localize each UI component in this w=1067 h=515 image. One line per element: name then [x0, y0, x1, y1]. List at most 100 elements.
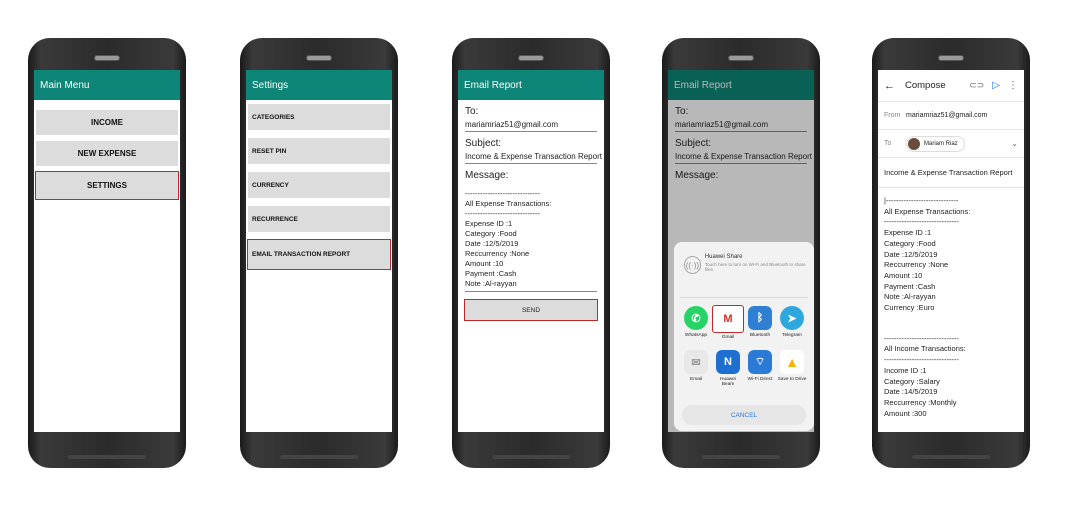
speaker [938, 55, 964, 61]
more-options-icon[interactable]: ⋮ [1008, 80, 1018, 91]
body-line: Category :Food [884, 238, 936, 248]
body-line: Date :12/5/2019 [884, 249, 938, 259]
body-line: ------------------------------ [884, 355, 959, 365]
subject-field[interactable]: Income & Expense Transaction Report [878, 158, 1024, 188]
phone-main-menu: Main Menu INCOME NEW EXPENSE SETTINGS [28, 38, 186, 468]
bluetooth-icon: ᛒ [748, 306, 772, 330]
share-label: WhatsApp [684, 333, 708, 338]
reset-pin-button[interactable]: RESET PIN [248, 138, 390, 164]
body-line: |----------------------------- [884, 196, 959, 205]
from-label: From [884, 112, 901, 119]
phone-settings: Settings CATEGORIES RESET PIN CURRENCY R… [240, 38, 398, 468]
subject-field[interactable]: Income & Expense Transaction Report [465, 152, 602, 164]
to-row: To Mariam Riaz ⌄ [878, 130, 1024, 158]
body-line: Date :14/5/2019 [884, 387, 938, 397]
body-line [884, 324, 1018, 334]
income-button[interactable]: INCOME [36, 110, 178, 135]
huawei-share-title: Huawei Share [704, 254, 743, 260]
home-indicator [912, 455, 990, 459]
to-label: To [884, 140, 892, 147]
nfc-icon: N [716, 350, 740, 374]
from-row: From mariamriaz51@gmail.com [878, 102, 1024, 130]
home-indicator [280, 455, 358, 459]
speaker [306, 55, 332, 61]
share-wifi-direct[interactable]: ⌔ Wi-Fi Direct [744, 350, 776, 387]
page-title: Settings [252, 80, 289, 91]
body-line: Category :Salary [884, 376, 940, 386]
body-line: Expense ID :1 [884, 228, 932, 238]
home-indicator [492, 455, 570, 459]
body-line: All Expense Transactions: [884, 206, 971, 216]
phone-share-sheet: Email Report To: mariamriaz51@gmail.com … [662, 38, 820, 468]
to-field[interactable]: mariamriaz51@gmail.com [465, 120, 597, 132]
whatsapp-icon: ✆ [684, 306, 708, 330]
body-line: ------------------------------ [884, 333, 959, 343]
avatar [908, 137, 920, 150]
message-line: Note :Al-rayyan [465, 279, 517, 288]
send-icon[interactable]: ▷ [992, 80, 1000, 91]
body-line: Amount :10 [884, 270, 923, 280]
drive-icon: ▲ [780, 350, 804, 374]
screen: Main Menu INCOME NEW EXPENSE SETTINGS [34, 70, 180, 432]
share-email[interactable]: ✉ Email [680, 350, 712, 387]
chevron-down-icon[interactable]: ⌄ [1011, 139, 1018, 148]
share-bluetooth[interactable]: ᛒ Bluetooth [744, 306, 776, 340]
speaker [518, 55, 544, 61]
share-huawei-beam[interactable]: N Huawei Beam [712, 350, 744, 387]
share-drive[interactable]: ▲ Save to Drive [776, 350, 808, 387]
settings-button[interactable]: SETTINGS [35, 171, 179, 200]
attachment-icon[interactable]: ⊂⊃ [969, 80, 984, 91]
categories-button[interactable]: CATEGORIES [248, 104, 390, 130]
gmail-icon: M [712, 305, 744, 333]
recurrence-button[interactable]: RECURRENCE [248, 206, 390, 232]
message-line: Payment :Cash [465, 269, 517, 278]
huawei-share-row[interactable]: ((·)) Huawei Share Touch here to turn on… [680, 250, 808, 298]
share-telegram[interactable]: ➤ Telegram [776, 306, 808, 340]
share-label: Email [690, 377, 702, 382]
body-line: Note :Al-rayyan [884, 292, 936, 302]
screen: Email Report To: mariamriaz51@gmail.com … [458, 70, 604, 432]
send-button[interactable]: SEND [464, 299, 598, 321]
body-line: Income ID :1 [884, 365, 927, 375]
from-value[interactable]: mariamriaz51@gmail.com [906, 112, 987, 119]
cancel-button[interactable]: CANCEL [682, 405, 806, 425]
message-line: ------------------------------ [465, 209, 540, 218]
recipient-name: Mariam Riaz [924, 140, 958, 147]
message-body[interactable]: |----------------------------- All Expen… [878, 188, 1024, 427]
message-line: All Expense Transactions: [465, 199, 552, 208]
app-bar: Email Report [458, 70, 604, 100]
email-report-button[interactable]: EMAIL TRANSACTION REPORT [247, 239, 391, 270]
message-label: Message: [465, 170, 509, 181]
wifi-direct-icon: ⌔ [748, 350, 772, 374]
recipient-chip[interactable]: Mariam Riaz [906, 135, 965, 152]
share-gmail[interactable]: M Gmail [712, 305, 744, 340]
phone-gmail-compose: ← Compose ⊂⊃ ▷ ⋮ From mariamriaz51@gmail… [872, 38, 1030, 468]
body-line: Currency :Euro [884, 303, 935, 313]
share-label: Wi-Fi Direct [747, 377, 773, 382]
speaker [728, 55, 754, 61]
home-indicator [702, 455, 780, 459]
email-icon: ✉ [684, 350, 708, 374]
body-line: Amount :300 [884, 408, 927, 418]
message-line: ------------------------------ [465, 189, 540, 198]
share-label: Telegram [782, 333, 802, 338]
huawei-share-icon: ((·)) [684, 256, 701, 274]
page-title: Compose [905, 80, 946, 91]
body-line [884, 314, 1018, 324]
share-label: Huawei Beam [720, 377, 736, 387]
currency-button[interactable]: CURRENCY [248, 172, 390, 198]
share-label: Save to Drive [777, 377, 807, 382]
body-line: All Income Transactions: [884, 344, 966, 354]
screen: ← Compose ⊂⊃ ▷ ⋮ From mariamriaz51@gmail… [878, 70, 1024, 432]
new-expense-button[interactable]: NEW EXPENSE [36, 141, 178, 166]
share-whatsapp[interactable]: ✆ WhatsApp [680, 306, 712, 340]
share-label: Bluetooth [749, 333, 771, 338]
message-line: Expense ID :1 [465, 219, 513, 228]
message-line: Category :Food [465, 229, 517, 238]
email-form: To: mariamriaz51@gmail.com Subject: Inco… [458, 100, 604, 321]
body-line: ------------------------------ [884, 217, 959, 227]
back-arrow-icon[interactable]: ← [884, 80, 895, 92]
message-field[interactable]: ------------------------------ All Expen… [465, 189, 597, 292]
telegram-icon: ➤ [780, 306, 804, 330]
message-line: Date :12/5/2019 [465, 239, 519, 248]
